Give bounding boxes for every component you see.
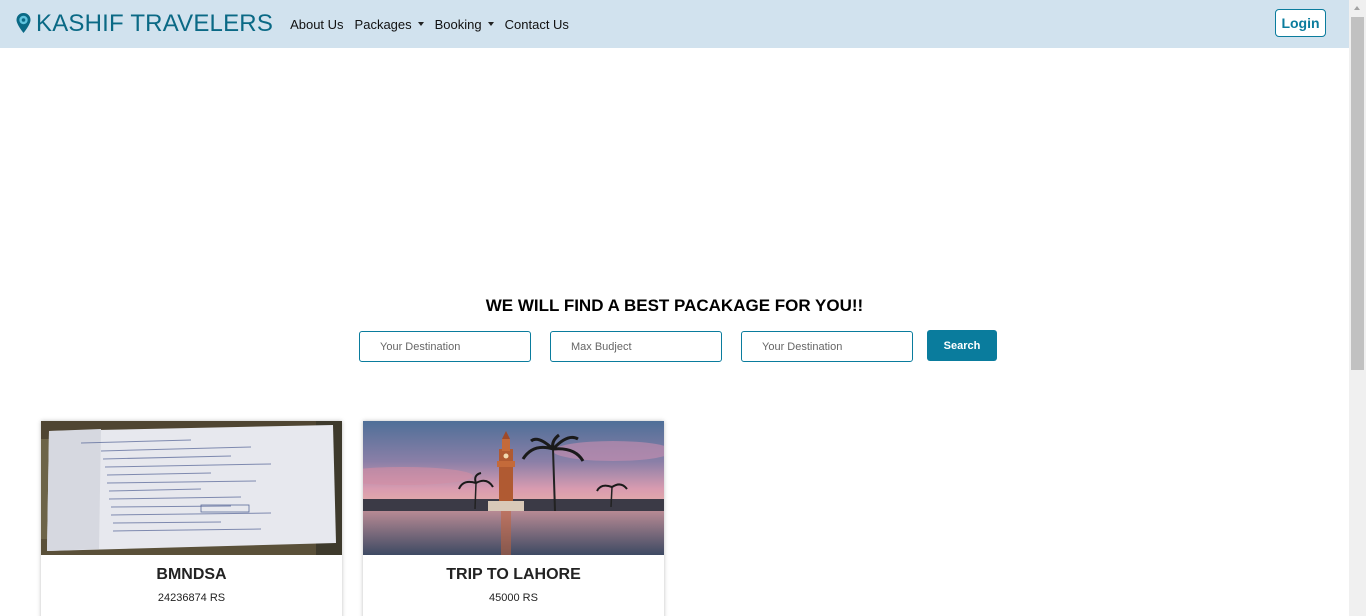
nav-packages-label: Packages bbox=[354, 16, 412, 32]
nav-about-us-label: About Us bbox=[290, 16, 344, 32]
map-pin-icon bbox=[15, 12, 32, 36]
nav-about-us[interactable]: About Us bbox=[290, 17, 343, 32]
caret-down-icon bbox=[487, 22, 494, 26]
scrollbar-thumb[interactable] bbox=[1351, 17, 1364, 370]
nav-menu: About Us Packages Booking Contact Us bbox=[290, 17, 580, 32]
package-title: TRIP TO LAHORE bbox=[446, 566, 581, 583]
brand-link[interactable]: KASHIF TRAVELERS bbox=[15, 10, 273, 38]
nav-booking-label: Booking bbox=[434, 16, 482, 32]
search-button[interactable]: Search bbox=[927, 330, 997, 361]
nav-packages-dropdown[interactable]: Packages bbox=[355, 17, 424, 32]
package-card[interactable]: TRIP TO LAHORE 45000 RS bbox=[363, 421, 664, 616]
max-budget-input[interactable] bbox=[550, 331, 722, 362]
package-image-clock-tower bbox=[363, 421, 664, 555]
scroll-up-arrow-icon[interactable] bbox=[1354, 6, 1360, 10]
login-button[interactable]: Login bbox=[1275, 9, 1326, 37]
package-image-handwritten-note bbox=[41, 421, 342, 555]
nav-contact-us-label: Contact Us bbox=[504, 16, 569, 32]
brand-name: KASHIF TRAVELERS bbox=[36, 10, 274, 37]
nav-booking-dropdown[interactable]: Booking bbox=[435, 17, 494, 32]
package-price: 24236874 RS bbox=[157, 592, 226, 604]
package-title: BMNDSA bbox=[156, 566, 227, 583]
navbar: KASHIF TRAVELERS About Us Packages Booki… bbox=[0, 0, 1349, 48]
nav-contact-us[interactable]: Contact Us bbox=[505, 17, 569, 32]
destination-input[interactable] bbox=[359, 331, 531, 362]
vertical-scrollbar[interactable] bbox=[1349, 0, 1366, 616]
package-card[interactable]: BMNDSA 24236874 RS bbox=[41, 421, 342, 616]
search-heading: WE WILL FIND A BEST PACAKAGE FOR YOU!! bbox=[485, 296, 864, 315]
destination-input-2[interactable] bbox=[741, 331, 913, 362]
package-price: 45000 RS bbox=[489, 592, 538, 604]
caret-down-icon bbox=[417, 22, 424, 26]
